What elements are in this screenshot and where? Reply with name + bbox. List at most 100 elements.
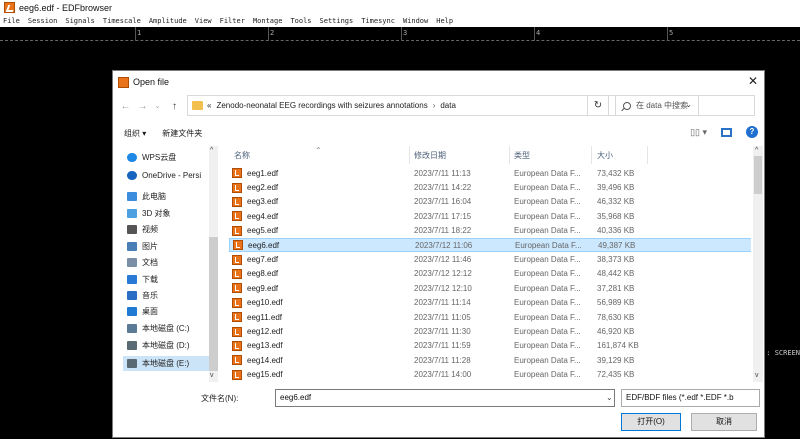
file-row[interactable]: eeg9.edf 2023/7/12 12:10 European Data F..… <box>229 281 751 295</box>
file-name: eeg1.edf <box>247 168 279 178</box>
column-header-modified[interactable]: 修改日期 <box>414 150 446 161</box>
file-row[interactable]: eeg11.edf 2023/7/11 11:05 European Data F.… <box>229 310 751 324</box>
search-input[interactable]: 在 data 中搜索 <box>615 95 755 116</box>
scroll-down-icon[interactable]: v <box>210 372 214 379</box>
nav-item-desktop[interactable]: 桌面 <box>127 306 158 317</box>
file-row[interactable]: eeg7.edf 2023/7/12 11:46 European Data F..… <box>229 252 751 266</box>
nav-item-video[interactable]: 视频 <box>127 224 158 235</box>
menu-timescale[interactable]: Timescale <box>103 17 141 25</box>
picture-icon <box>127 242 137 251</box>
nav-pane-scroll-thumb[interactable] <box>209 237 218 371</box>
nav-item-download[interactable]: 下载 <box>127 274 158 285</box>
menu-settings[interactable]: Settings <box>320 17 354 25</box>
video-icon <box>127 225 137 234</box>
scroll-up-icon[interactable]: ^ <box>755 147 758 154</box>
preview-pane-icon[interactable] <box>721 127 732 137</box>
edf-file-icon <box>232 340 242 351</box>
nav-item-computer[interactable]: 此电脑 <box>127 191 166 202</box>
nav-item-onedrive[interactable]: OneDrive - Persi <box>127 171 201 180</box>
breadcrumb-parent[interactable]: Zenodo-neonatal EEG recordings with seiz… <box>216 101 427 110</box>
menu-signals[interactable]: Signals <box>65 17 95 25</box>
column-divider[interactable] <box>509 146 510 164</box>
file-modified: 2023/7/11 11:28 <box>414 355 471 365</box>
list-header: 名称 ⌃ 修改日期 类型 大小 <box>229 146 751 164</box>
menu-montage[interactable]: Montage <box>253 17 283 25</box>
filetype-select[interactable]: EDF/BDF files (*.edf *.EDF *.b <box>621 389 760 407</box>
column-divider[interactable] <box>647 146 648 164</box>
menu-session[interactable]: Session <box>28 17 58 25</box>
file-size: 39,496 KB <box>597 183 635 193</box>
file-row[interactable]: eeg6.edf 2023/7/12 11:06 European Data F..… <box>229 238 751 253</box>
dialog-toolbar: 组织 ▾ 新建文件夹 ▯▯ ▾ ? <box>113 123 764 143</box>
column-divider[interactable] <box>591 146 592 164</box>
dialog-titlebar[interactable]: Open file ✕ <box>113 71 764 93</box>
file-type: European Data F... <box>514 370 581 380</box>
edf-file-icon <box>233 240 243 251</box>
menu-view[interactable]: View <box>195 17 212 25</box>
menu-timesync[interactable]: Timesync <box>361 17 395 25</box>
recent-locations-icon[interactable]: ⌄ <box>151 102 164 110</box>
nav-item-cloud[interactable]: WPS云盘 <box>127 152 176 163</box>
file-name: eeg4.edf <box>247 211 279 221</box>
close-icon[interactable]: ✕ <box>748 74 758 88</box>
forward-arrow-icon[interactable]: → <box>136 101 149 112</box>
file-row[interactable]: eeg10.edf 2023/7/11 11:14 European Data F.… <box>229 296 751 310</box>
filename-input[interactable]: eeg6.edf <box>275 389 615 407</box>
file-row[interactable]: eeg15.edf 2023/7/11 14:00 European Data F.… <box>229 368 751 382</box>
scroll-down-icon[interactable]: v <box>755 372 759 379</box>
menu-amplitude[interactable]: Amplitude <box>149 17 187 25</box>
column-header-type[interactable]: 类型 <box>514 150 530 161</box>
menu-filter[interactable]: Filter <box>220 17 245 25</box>
breadcrumb-current[interactable]: data <box>440 101 456 110</box>
nav-item-document[interactable]: 文档 <box>127 257 158 268</box>
cloud-icon <box>127 153 137 162</box>
file-row[interactable]: eeg3.edf 2023/7/11 16:04 European Data F..… <box>229 195 751 209</box>
nav-item-music[interactable]: 音乐 <box>127 290 158 301</box>
view-options-icon[interactable]: ▯▯ ▾ <box>690 127 707 138</box>
nav-item-drive-d[interactable]: 本地磁盘 (D:) <box>127 340 190 351</box>
open-button[interactable]: 打开(O) <box>621 413 681 431</box>
menu-file[interactable]: File <box>3 17 20 25</box>
file-row[interactable]: eeg12.edf 2023/7/11 11:30 European Data F.… <box>229 324 751 338</box>
back-arrow-icon[interactable]: ← <box>119 101 132 112</box>
file-row[interactable]: eeg1.edf 2023/7/11 11:13 European Data F..… <box>229 166 751 180</box>
column-divider[interactable] <box>409 146 410 164</box>
column-header-size[interactable]: 大小 <box>597 150 613 161</box>
organize-button[interactable]: 组织 ▾ <box>124 128 146 139</box>
edf-file-icon <box>232 355 242 366</box>
file-size: 38,373 KB <box>597 255 635 265</box>
file-row[interactable]: eeg8.edf 2023/7/12 12:12 European Data F..… <box>229 267 751 281</box>
refresh-icon[interactable]: ↻ <box>587 95 609 116</box>
view-controls: ▯▯ ▾ ? <box>690 126 758 138</box>
cancel-button[interactable]: 取消 <box>691 413 757 431</box>
desktop-icon <box>127 307 137 316</box>
file-row[interactable]: eeg5.edf 2023/7/11 18:22 European Data F..… <box>229 224 751 238</box>
nav-item-drive-e[interactable]: 本地磁盘 (E:) <box>123 356 218 371</box>
edf-file-icon <box>232 297 242 308</box>
breadcrumb-overflow[interactable]: « <box>207 101 211 110</box>
file-modified: 2023/7/11 16:04 <box>414 197 472 207</box>
edfbrowser-app-icon <box>4 2 15 13</box>
onedrive-icon <box>127 171 137 180</box>
file-modified: 2023/7/12 12:12 <box>414 269 472 279</box>
nav-item-picture[interactable]: 图片 <box>127 241 158 252</box>
file-row[interactable]: eeg14.edf 2023/7/11 11:28 European Data F.… <box>229 353 751 367</box>
menu-help[interactable]: Help <box>436 17 453 25</box>
app-menubar: File Session Signals Timescale Amplitude View… <box>0 15 800 27</box>
file-list-scroll-thumb[interactable] <box>754 156 762 194</box>
nav-item-drive-c[interactable]: 本地磁盘 (C:) <box>127 323 190 334</box>
help-icon[interactable]: ? <box>746 126 758 138</box>
nav-item-cube[interactable]: 3D 对象 <box>127 208 170 219</box>
file-row[interactable]: eeg13.edf 2023/7/11 11:59 European Data F.… <box>229 339 751 353</box>
column-header-name[interactable]: 名称 <box>234 150 250 161</box>
edf-file-icon <box>232 168 242 179</box>
new-folder-button[interactable]: 新建文件夹 <box>162 128 202 139</box>
file-row[interactable]: eeg4.edf 2023/7/11 17:15 European Data F..… <box>229 209 751 223</box>
file-row[interactable]: eeg2.edf 2023/7/11 14:22 European Data F..… <box>229 180 751 194</box>
menu-tools[interactable]: Tools <box>290 17 311 25</box>
chevron-down-icon[interactable]: ⌄ <box>606 393 613 402</box>
up-arrow-icon[interactable]: ↑ <box>168 101 181 112</box>
menu-window[interactable]: Window <box>403 17 428 25</box>
file-modified: 2023/7/11 18:22 <box>414 226 472 236</box>
scroll-up-icon[interactable]: ^ <box>210 147 213 154</box>
